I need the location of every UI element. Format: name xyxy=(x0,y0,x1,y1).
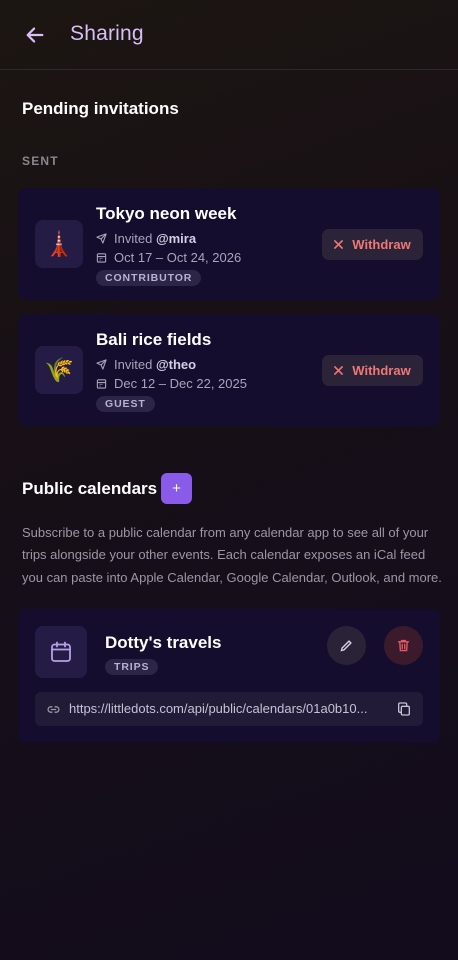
add-calendar-button[interactable]: + xyxy=(161,473,192,504)
app-bar: Sharing xyxy=(0,0,458,70)
invited-prefix: Invited xyxy=(114,357,153,372)
invited-row: Invited @mira xyxy=(96,231,196,246)
dates-row: Oct 17 – Oct 24, 2026 xyxy=(96,250,241,265)
trash-icon xyxy=(397,639,410,652)
calendar-icon xyxy=(96,252,107,263)
trip-dates: Oct 17 – Oct 24, 2026 xyxy=(114,250,242,265)
invitee-handle: @mira xyxy=(155,231,197,246)
trip-emoji: 🗼 xyxy=(35,220,83,268)
delete-calendar-button[interactable] xyxy=(384,626,423,665)
calendar-badge: TRIPS xyxy=(105,659,159,675)
arrow-left-icon xyxy=(26,27,44,43)
link-icon xyxy=(47,706,60,713)
send-icon xyxy=(96,233,107,244)
withdraw-label: Withdraw xyxy=(352,363,411,378)
invite-card: 🗼 Tokyo neon week Invited @mira Oct 17 –… xyxy=(18,188,440,300)
page-title: Sharing xyxy=(70,22,144,45)
withdraw-label: Withdraw xyxy=(352,237,411,252)
role-badge: GUEST xyxy=(96,396,155,412)
withdraw-button[interactable]: Withdraw xyxy=(322,355,423,386)
withdraw-button[interactable]: Withdraw xyxy=(322,229,423,260)
invited-prefix: Invited xyxy=(114,231,153,246)
invited-row: Invited @theo xyxy=(96,357,196,372)
role-badge: CONTRIBUTOR xyxy=(96,270,202,286)
calendar-icon xyxy=(96,378,107,389)
calendar-url-field[interactable]: https://littledots.com/api/public/calend… xyxy=(35,692,423,726)
calendar-card: Dotty's travels TRIPS https://littledots… xyxy=(18,609,440,743)
close-icon xyxy=(334,240,344,249)
close-icon xyxy=(334,366,344,375)
public-calendars-heading: Public calendars xyxy=(22,479,158,498)
trip-name: Tokyo neon week xyxy=(96,204,237,223)
calendar-name: Dotty's travels xyxy=(105,633,222,652)
pending-invitations-heading: Pending invitations xyxy=(22,99,179,118)
dates-row: Dec 12 – Dec 22, 2025 xyxy=(96,376,247,391)
sent-label: SENT xyxy=(22,154,59,168)
edit-calendar-button[interactable] xyxy=(327,626,366,665)
pencil-icon xyxy=(340,640,352,652)
trip-emoji: 🌾 xyxy=(35,346,83,394)
send-icon xyxy=(96,359,107,370)
public-calendars-description: Subscribe to a public calendar from any … xyxy=(22,525,442,585)
plus-icon: + xyxy=(172,480,181,497)
trip-name: Bali rice fields xyxy=(96,330,212,349)
invite-card: 🌾 Bali rice fields Invited @theo Dec 12 … xyxy=(18,314,440,426)
trip-dates: Dec 12 – Dec 22, 2025 xyxy=(114,376,247,391)
copy-icon[interactable] xyxy=(396,701,412,717)
back-button[interactable] xyxy=(20,20,50,50)
invitee-handle: @theo xyxy=(155,357,197,372)
calendar-icon xyxy=(35,626,87,678)
calendar-url: https://littledots.com/api/public/calend… xyxy=(69,701,368,716)
